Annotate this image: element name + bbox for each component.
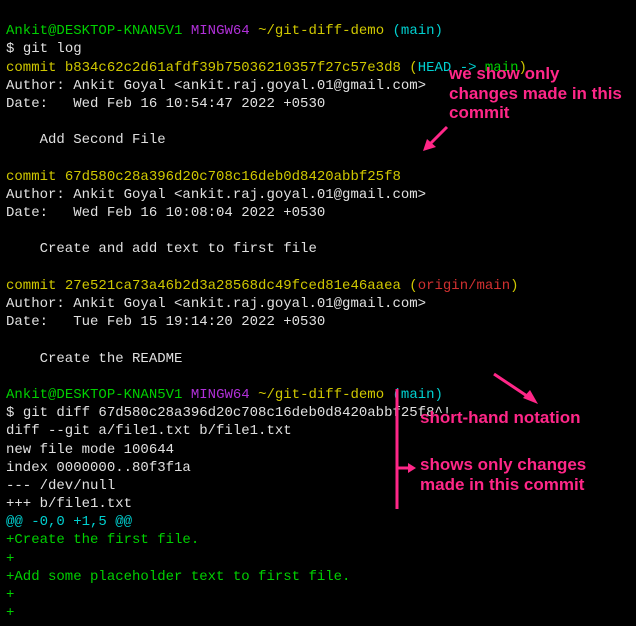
diff-add-5: + (6, 605, 14, 621)
diff-hunk: @@ -0,0 +1,5 @@ (6, 514, 132, 530)
author-2: Author: Ankit Goyal <ankit.raj.goyal.01@… (6, 187, 426, 203)
msg-3: Create the README (6, 351, 182, 367)
diff-old: --- /dev/null (6, 478, 115, 494)
diff-add-1: +Create the first file. (6, 532, 199, 548)
msg-1: Add Second File (6, 132, 166, 148)
date-3: Date: Tue Feb 15 19:14:20 2022 +0530 (6, 314, 325, 330)
annotation-2: short-hand notation (420, 408, 581, 428)
cmd-git-log: $ git log (6, 41, 82, 57)
diff-index: index 0000000..80f3f1a (6, 460, 191, 476)
annotation-3: shows only changes made in this commit (420, 455, 620, 494)
date-1: Date: Wed Feb 16 10:54:47 2022 +0530 (6, 96, 325, 112)
diff-new: +++ b/file1.txt (6, 496, 132, 512)
msg-2: Create and add text to first file (6, 241, 317, 257)
diff-add-2: + (6, 551, 14, 567)
diff-add-4: + (6, 587, 14, 603)
prompt-1: Ankit@DESKTOP-KNAN5V1 MINGW64 ~/git-diff… (6, 23, 443, 39)
annotation-1: we show only changes made in this commit (449, 64, 629, 123)
diff-add-3: +Add some placeholder text to first file… (6, 569, 350, 585)
commit-2: commit 67d580c28a396d20c708c16deb0d8420a… (6, 169, 401, 185)
author-1: Author: Ankit Goyal <ankit.raj.goyal.01@… (6, 78, 426, 94)
author-3: Author: Ankit Goyal <ankit.raj.goyal.01@… (6, 296, 426, 312)
diff-header: diff --git a/file1.txt b/file1.txt (6, 423, 292, 439)
commit-3: commit 27e521ca73a46b2d3a28568dc49fced81… (6, 278, 519, 294)
date-2: Date: Wed Feb 16 10:08:04 2022 +0530 (6, 205, 325, 221)
cmd-git-diff: $ git diff 67d580c28a396d20c708c16deb0d8… (6, 405, 451, 421)
diff-mode: new file mode 100644 (6, 442, 174, 458)
prompt-2: Ankit@DESKTOP-KNAN5V1 MINGW64 ~/git-diff… (6, 387, 443, 403)
